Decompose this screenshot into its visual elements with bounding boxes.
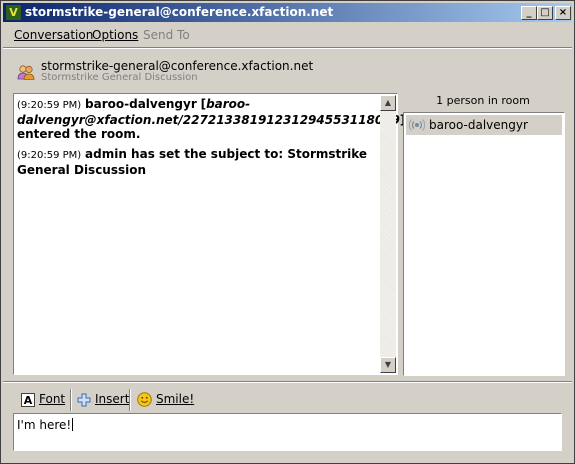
title-bar[interactable]: V stormstrike-general@conference.xfactio…: [3, 3, 572, 22]
occupant-name: baroo-dalvengyr: [429, 118, 528, 132]
smile-button[interactable]: Smile!: [137, 389, 194, 411]
occupant-count: 1 person in room: [436, 94, 530, 107]
message-input-text: I'm here!: [17, 418, 74, 432]
message-input-value: I'm here!: [17, 418, 72, 432]
occupant-list[interactable]: baroo-dalvengyr: [403, 112, 565, 376]
plus-icon: [77, 393, 91, 406]
room-name: stormstrike-general@conference.xfaction.…: [41, 59, 314, 73]
chat-scrollbar[interactable]: ▲ ▼: [380, 95, 396, 373]
presence-icon: [409, 119, 425, 131]
smiley-icon: [137, 392, 152, 407]
scroll-down-button[interactable]: ▼: [380, 357, 396, 373]
close-button[interactable]: ×: [555, 6, 571, 20]
chat-messages: (9:20:59 PM) baroo-dalvengyr [baroo-dalv…: [17, 97, 405, 183]
menu-bar: Conversation Options Send To: [3, 25, 572, 45]
occupant-item[interactable]: baroo-dalvengyr: [406, 115, 562, 135]
toolbar-divider: [129, 389, 131, 411]
chat-log[interactable]: (9:20:59 PM) baroo-dalvengyr [baroo-dalv…: [13, 93, 405, 375]
menu-options[interactable]: Options: [92, 28, 138, 42]
font-icon: A: [21, 392, 35, 407]
maximize-button[interactable]: □: [537, 6, 553, 20]
menu-separator: [3, 47, 572, 49]
font-button[interactable]: A Font: [21, 389, 65, 411]
text-caret: [72, 418, 74, 431]
font-button-label: Font: [39, 392, 66, 406]
window-title: stormstrike-general@conference.xfaction.…: [25, 5, 334, 19]
minimize-button[interactable]: _: [521, 6, 537, 20]
chat-window: V stormstrike-general@conference.xfactio…: [0, 0, 575, 464]
message-user: baroo-dalvengyr: [85, 97, 197, 111]
message-text: entered the room.: [17, 127, 141, 141]
room-header: stormstrike-general@conference.xfaction.…: [15, 57, 555, 87]
toolbar-divider: [70, 389, 72, 411]
message-timestamp: (9:20:59 PM): [17, 100, 82, 111]
formatting-toolbar: A Font Insert Smile!: [13, 387, 561, 413]
toolbar-separator: [3, 381, 572, 383]
menu-send-to[interactable]: Send To: [143, 28, 190, 42]
menu-options-label: Options: [92, 28, 139, 42]
menu-conversation[interactable]: Conversation: [14, 28, 93, 42]
smile-button-label: Smile!: [156, 392, 195, 406]
room-topic: Stormstrike General Discussion: [41, 72, 198, 83]
chat-message: (9:20:59 PM) baroo-dalvengyr [baroo-dalv…: [17, 97, 405, 141]
chat-message: (9:20:59 PM) admin has set the subject t…: [17, 147, 375, 177]
message-input[interactable]: I'm here!: [13, 413, 562, 451]
insert-button-label: Insert: [95, 392, 130, 406]
scroll-up-button[interactable]: ▲: [380, 95, 396, 111]
menu-send-to-label: Send To: [143, 28, 190, 42]
app-logo-icon[interactable]: V: [6, 5, 21, 20]
message-timestamp: (9:20:59 PM): [17, 150, 82, 161]
chat-users-icon: [17, 65, 35, 80]
insert-button[interactable]: Insert: [77, 389, 129, 411]
menu-conversation-label: Conversation: [14, 28, 94, 42]
